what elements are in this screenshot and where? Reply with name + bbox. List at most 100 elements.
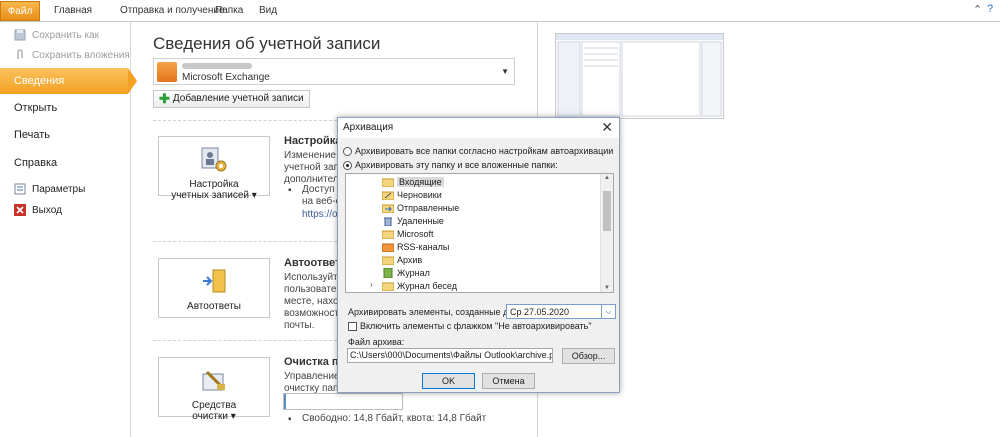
browse-button[interactable]: Обзор... [562, 348, 615, 364]
mailbox-quota-text: Свободно: 14,8 Гбайт, квота: 14,8 Гбайт [302, 413, 487, 424]
scroll-down-icon[interactable]: ▼ [604, 285, 610, 291]
add-account-label: Добавление учетной записи [172, 93, 304, 104]
tab-folder[interactable]: Папка [215, 3, 243, 19]
nav-options-label: Параметры [32, 183, 86, 195]
bullet-icon: ▪ [288, 414, 292, 425]
folder-item-drafts[interactable]: Черновики [381, 188, 442, 201]
cleanup-tools-icon [199, 366, 229, 396]
auto-replies-button[interactable]: Автоответы [158, 258, 270, 318]
folder-label: Журнал бесед [397, 280, 457, 291]
tile-label-line1: Настройка [189, 179, 239, 190]
page-title: Сведения об учетной записи [153, 34, 381, 53]
chevron-down-icon: ▼ [501, 67, 509, 76]
radio-archive-all[interactable]: Архивировать все папки согласно настройк… [343, 146, 613, 156]
auto-replies-icon [199, 267, 229, 297]
nav-info[interactable]: Сведения [0, 68, 137, 94]
tab-view[interactable]: Вид [259, 3, 277, 19]
folder-label: Удаленные [397, 215, 444, 226]
tab-file[interactable]: Файл [0, 1, 40, 21]
include-no-autoarchive-label: Включить элементы с флажком "Не автоархи… [360, 321, 592, 331]
archive-dialog: Архивация ✕ Архивировать все папки согла… [337, 117, 620, 393]
scrollbar-thumb[interactable] [603, 191, 611, 231]
folder-label: Отправленные [397, 202, 460, 213]
tab-send-receive[interactable]: Отправка и получение [120, 3, 225, 19]
exit-icon [14, 204, 26, 216]
account-settings-button[interactable]: Настройка учетных записей ▾ [158, 136, 270, 201]
sent-folder-icon [381, 203, 395, 213]
folder-item-microsoft[interactable]: Microsoft [381, 227, 434, 240]
add-account-button[interactable]: ✚ Добавление учетной записи [153, 90, 310, 108]
scroll-up-icon[interactable]: ▲ [604, 175, 610, 181]
minimize-ribbon-icon[interactable]: ⌃ [973, 3, 982, 16]
folder-item-deleted[interactable]: Удаленные [382, 214, 444, 227]
inbox-folder-icon [381, 177, 395, 187]
tile-label-line1: Автоответы [187, 301, 241, 312]
owa-link[interactable]: https://o [302, 209, 338, 220]
ribbon-tab-bar: Файл Главная Отправка и получение Папка … [0, 0, 1000, 22]
account-settings-icon [199, 145, 229, 175]
folder-label: Архив [397, 254, 423, 265]
checkbox[interactable] [348, 321, 357, 331]
folder-item-journal[interactable]: Журнал [382, 266, 430, 279]
backstage-nav: Сохранить как Сохранить вложения Сведени… [0, 22, 137, 437]
tile-label-line1: Средства [191, 400, 237, 411]
mailbox-usage-fill [284, 394, 287, 409]
chevron-right-icon[interactable]: › [370, 280, 373, 289]
archive-before-label: Архивировать элементы, созданные до: [348, 307, 516, 317]
radio-button[interactable] [343, 146, 352, 156]
folder-label: Входящие [397, 176, 444, 187]
include-no-autoarchive-checkbox[interactable]: Включить элементы с флажком "Не автоархи… [348, 321, 592, 331]
folder-label: Microsoft [397, 228, 434, 239]
deleted-items-icon [382, 216, 394, 226]
folder-item-conversation-history[interactable]: Журнал бесед [381, 279, 457, 292]
account-name-redacted [182, 63, 252, 69]
tile-label-line2: очистки ▾ [192, 411, 236, 422]
tile-label-line2: учетных записей ▾ [171, 190, 257, 201]
exchange-icon [157, 62, 177, 82]
paperclip-icon [14, 49, 26, 61]
radio-button-selected[interactable] [343, 160, 352, 170]
drafts-folder-icon [381, 190, 395, 200]
folder-tree[interactable]: Входящие Черновики Отправленные Удаленны… [345, 173, 614, 293]
account-select[interactable]: Microsoft Exchange ▼ [153, 58, 515, 85]
account-type: Microsoft Exchange [182, 72, 270, 83]
nav-print[interactable]: Печать [0, 122, 131, 148]
folder-icon [381, 255, 395, 265]
folder-label: Черновики [397, 189, 442, 200]
archive-file-input[interactable]: C:\Users\000\Documents\Файлы Outlook\arc… [347, 348, 553, 363]
folder-item-rss[interactable]: RSS-каналы [381, 240, 450, 253]
rss-folder-icon [381, 242, 395, 252]
close-icon[interactable]: ✕ [601, 119, 613, 136]
journal-icon [382, 267, 394, 278]
nav-help[interactable]: Справка [0, 150, 131, 176]
nav-open[interactable]: Открыть [0, 95, 131, 121]
radio-archive-this-label: Архивировать эту папку и все вложенные п… [355, 160, 558, 170]
folder-label: RSS-каналы [397, 241, 450, 252]
ok-button[interactable]: OK [422, 373, 475, 389]
folder-label: Журнал [397, 267, 430, 278]
cleanup-tools-button[interactable]: Средства очистки ▾ [158, 357, 270, 422]
cancel-button[interactable]: Отмена [482, 373, 535, 389]
nav-save-attachments-label: Сохранить вложения [32, 49, 130, 61]
folder-tree-scrollbar[interactable]: ▲ ▼ [600, 174, 613, 292]
nav-save-attachments[interactable]: Сохранить вложения [0, 46, 131, 64]
save-as-icon [14, 29, 26, 41]
section-bullet-line: Доступ к [302, 184, 342, 195]
nav-exit[interactable]: Выход [0, 201, 131, 219]
archive-before-date-picker[interactable]: Ср 27.05.2020 ⌵ [506, 304, 616, 319]
options-icon [14, 183, 26, 195]
help-icon[interactable]: ? [987, 3, 993, 15]
folder-item-archive[interactable]: Архив [381, 253, 423, 266]
radio-archive-this[interactable]: Архивировать эту папку и все вложенные п… [343, 160, 558, 170]
nav-save-as[interactable]: Сохранить как [0, 26, 131, 44]
folder-item-sent[interactable]: Отправленные [381, 201, 460, 214]
outlook-preview-thumbnail [555, 33, 724, 119]
nav-options[interactable]: Параметры [0, 180, 131, 198]
folder-icon [381, 229, 395, 239]
chevron-down-icon[interactable]: ⌵ [601, 305, 615, 318]
folder-icon [381, 281, 395, 291]
tab-home[interactable]: Главная [54, 3, 92, 19]
folder-item-inbox[interactable]: Входящие [381, 175, 444, 188]
radio-archive-all-label: Архивировать все папки согласно настройк… [355, 146, 614, 156]
bullet-icon: ▪ [288, 185, 292, 196]
